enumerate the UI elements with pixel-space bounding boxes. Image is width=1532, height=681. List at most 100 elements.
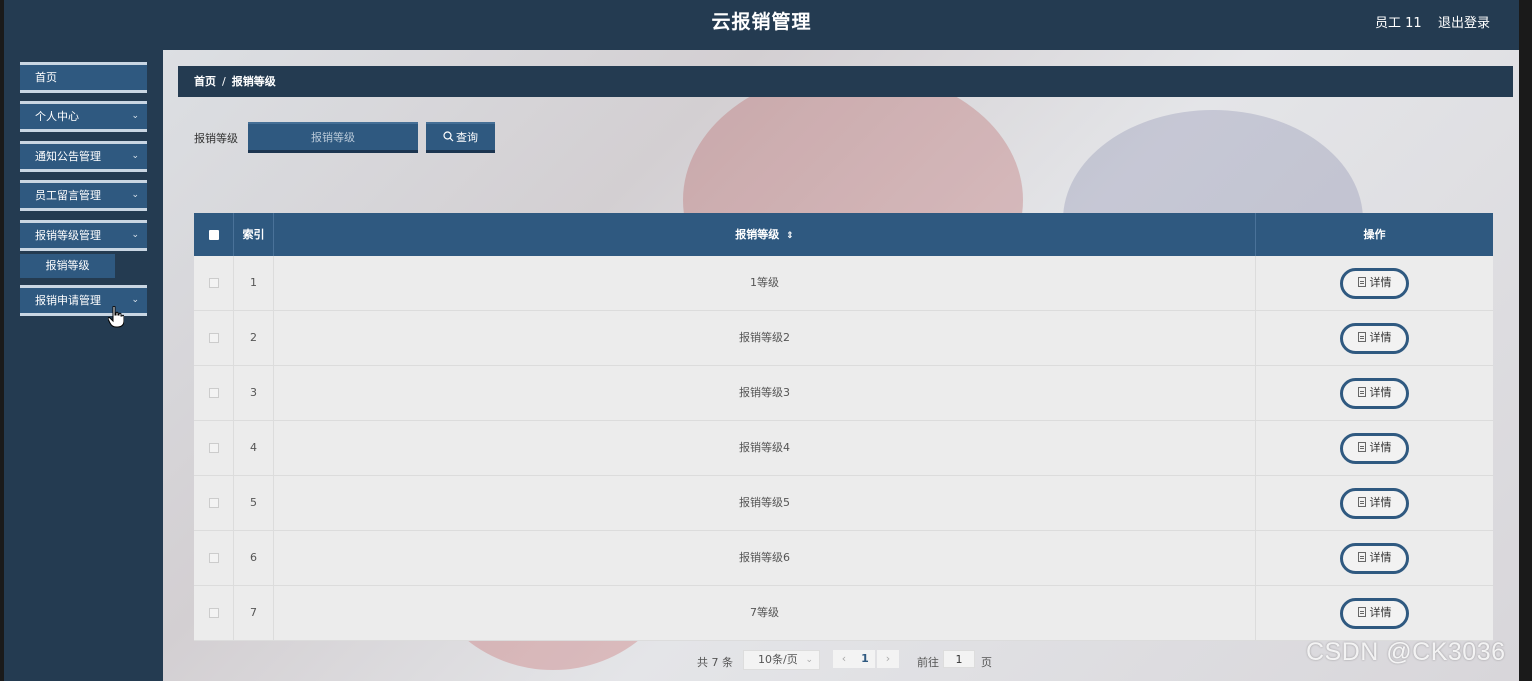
search-icon — [443, 131, 454, 142]
page-number-current[interactable]: 1 — [855, 650, 875, 668]
document-icon — [1357, 332, 1366, 342]
detail-button[interactable]: 详情 — [1340, 268, 1409, 299]
sidebar-item-home[interactable]: 首页 — [20, 62, 147, 93]
sidebar-item-label: 员工留言管理 — [35, 189, 101, 202]
row-index: 7 — [234, 586, 274, 640]
chevron-down-icon: ⌄ — [131, 230, 139, 240]
row-checkbox[interactable] — [208, 388, 219, 398]
next-page-button[interactable]: › — [877, 650, 899, 668]
prev-page-button[interactable]: ‹ — [833, 650, 855, 668]
chevron-down-icon: ⌄ — [131, 190, 139, 200]
chevron-down-icon: ⌄ — [805, 655, 813, 665]
row-select-cell — [194, 421, 234, 475]
sidebar: 首页 个人中心 ⌄ 通知公告管理 ⌄ 员工留言管理 ⌄ 报销等级管理 ⌄ 报销等… — [4, 50, 163, 681]
table-row: 7 7等级 详情 — [194, 586, 1493, 641]
pagination-total: 共 7 条 — [697, 656, 733, 669]
sidebar-item-application-management[interactable]: 报销申请管理 ⌄ — [20, 285, 147, 316]
column-header-label: 报销等级 — [735, 228, 780, 241]
detail-button[interactable]: 详情 — [1340, 378, 1409, 409]
select-all-checkbox[interactable] — [208, 230, 219, 240]
watermark: CSDN @CK3036 — [1306, 638, 1506, 666]
row-select-cell — [194, 586, 234, 640]
row-checkbox[interactable] — [208, 498, 219, 508]
row-checkbox[interactable] — [208, 333, 219, 343]
table-row: 3 报销等级3 详情 — [194, 366, 1493, 421]
row-checkbox[interactable] — [208, 278, 219, 288]
detail-button[interactable]: 详情 — [1340, 488, 1409, 519]
row-index: 5 — [234, 476, 274, 530]
row-actions: 详情 — [1256, 311, 1493, 365]
detail-button[interactable]: 详情 — [1340, 323, 1409, 354]
goto-page-input[interactable] — [943, 650, 975, 668]
detail-button-label: 详情 — [1369, 386, 1392, 399]
table-row: 1 1等级 详情 — [194, 256, 1493, 311]
sidebar-item-label: 报销申请管理 — [35, 294, 101, 307]
document-icon — [1357, 387, 1366, 397]
row-index: 3 — [234, 366, 274, 420]
sidebar-item-label: 个人中心 — [35, 110, 79, 123]
logout-link[interactable]: 退出登录 — [1438, 12, 1490, 31]
select-all-cell — [194, 213, 234, 256]
row-level: 报销等级4 — [274, 421, 1256, 475]
column-header-index: 索引 — [234, 213, 274, 256]
row-checkbox[interactable] — [208, 608, 219, 618]
sidebar-item-label: 报销等级管理 — [35, 229, 101, 242]
chevron-down-icon: ⌄ — [131, 295, 139, 305]
sidebar-item-level-management[interactable]: 报销等级管理 ⌄ — [20, 220, 147, 251]
sidebar-subitem-level[interactable]: 报销等级 — [20, 254, 115, 278]
row-select-cell — [194, 476, 234, 530]
detail-button-label: 详情 — [1369, 551, 1392, 564]
sidebar-item-message-management[interactable]: 员工留言管理 ⌄ — [20, 180, 147, 211]
sidebar-item-notice-management[interactable]: 通知公告管理 ⌄ — [20, 141, 147, 172]
sidebar-item-personal-center[interactable]: 个人中心 ⌄ — [20, 101, 147, 132]
data-table: 索引 报销等级 ⇕ 操作 1 1等级 详情 2 报销等级2 详情 3 报销等级3 详情 4 报销等级… — [194, 213, 1493, 641]
row-select-cell — [194, 366, 234, 420]
detail-button-label: 详情 — [1369, 606, 1392, 619]
detail-button[interactable]: 详情 — [1340, 543, 1409, 574]
breadcrumb-home[interactable]: 首页 — [194, 75, 216, 88]
search-button-label: 查询 — [456, 131, 478, 144]
row-level: 报销等级3 — [274, 366, 1256, 420]
document-icon — [1357, 277, 1366, 287]
detail-button-label: 详情 — [1369, 276, 1392, 289]
detail-button[interactable]: 详情 — [1340, 433, 1409, 464]
row-level: 报销等级2 — [274, 311, 1256, 365]
row-index: 6 — [234, 531, 274, 585]
document-icon — [1357, 607, 1366, 617]
page-size-select[interactable]: 10条/页 ⌄ — [743, 650, 820, 670]
row-actions: 详情 — [1256, 476, 1493, 530]
row-checkbox[interactable] — [208, 553, 219, 563]
row-level: 报销等级5 — [274, 476, 1256, 530]
sidebar-item-label: 通知公告管理 — [35, 150, 101, 163]
document-icon — [1357, 497, 1366, 507]
row-actions: 详情 — [1256, 531, 1493, 585]
row-index: 2 — [234, 311, 274, 365]
current-user: 员工 11 — [1375, 16, 1422, 31]
column-header-level[interactable]: 报销等级 ⇕ — [274, 213, 1256, 256]
table-header: 索引 报销等级 ⇕ 操作 — [194, 213, 1493, 256]
hand-cursor-icon — [108, 306, 124, 328]
row-actions: 详情 — [1256, 256, 1493, 310]
detail-button-label: 详情 — [1369, 331, 1392, 344]
breadcrumb-separator: / — [222, 75, 226, 88]
column-header-actions: 操作 — [1363, 228, 1386, 241]
search-label: 报销等级 — [194, 132, 238, 145]
detail-button[interactable]: 详情 — [1340, 598, 1409, 629]
breadcrumb-current: 报销等级 — [231, 75, 276, 88]
row-index: 1 — [234, 256, 274, 310]
main-content: 首页/报销等级 报销等级 查询 索引 报销等级 ⇕ 操作 11等级详 — [163, 50, 1519, 681]
row-actions: 详情 — [1256, 366, 1493, 420]
row-checkbox[interactable] — [208, 443, 219, 453]
search-button[interactable]: 查询 — [426, 122, 495, 153]
table-row: 2 报销等级2 详情 — [194, 311, 1493, 366]
app-screen: 云报销管理 员工 11 退出登录 首页 个人中心 ⌄ 通知公告管理 ⌄ 员工留言… — [4, 0, 1519, 681]
page-size-value: 10条/页 — [758, 653, 798, 666]
sort-icon[interactable]: ⇕ — [786, 231, 794, 241]
table-row: 4 报销等级4 详情 — [194, 421, 1493, 476]
document-icon — [1357, 442, 1366, 452]
top-header: 云报销管理 员工 11 退出登录 — [4, 0, 1519, 50]
row-select-cell — [194, 531, 234, 585]
sidebar-item-label: 首页 — [35, 71, 57, 84]
search-input[interactable] — [248, 122, 418, 153]
chevron-down-icon: ⌄ — [131, 151, 139, 161]
